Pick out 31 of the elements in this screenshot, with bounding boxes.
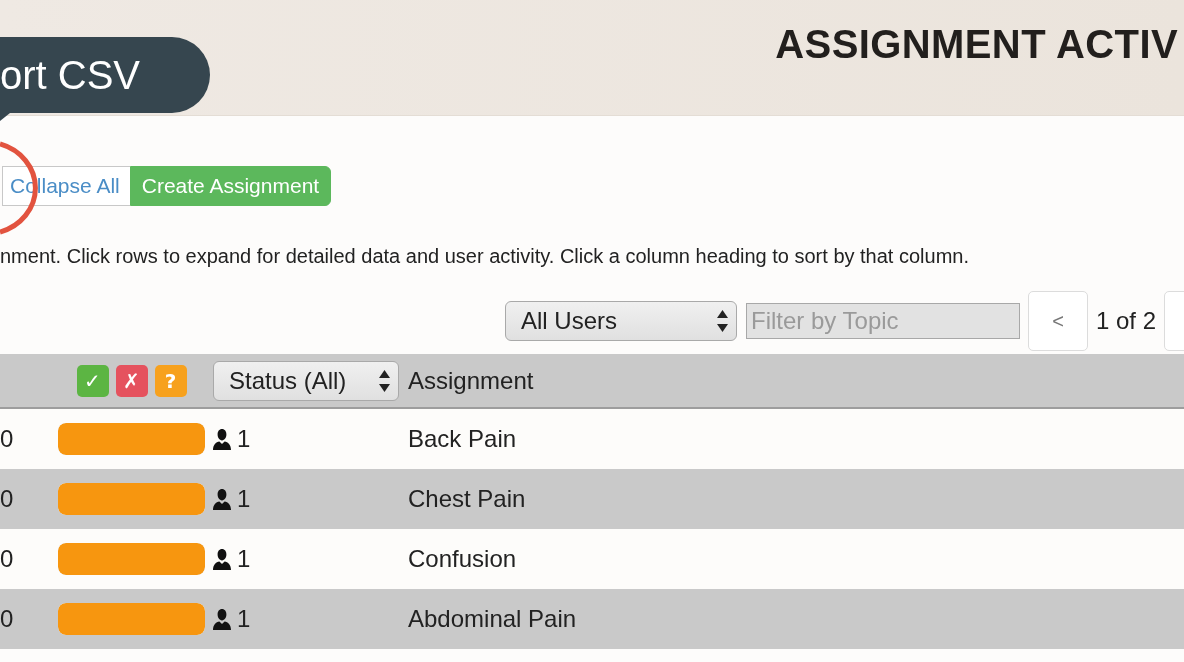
topic-filter-field[interactable]: Filter by Topic	[746, 303, 1020, 339]
user-icon	[213, 548, 231, 570]
table-row[interactable]: 0 1 Chest Pain	[0, 469, 1184, 529]
user-select[interactable]: All Users	[505, 301, 737, 341]
user-icon	[213, 488, 231, 510]
status-select[interactable]: Status (All)	[213, 360, 399, 401]
table-cell-text: 0	[0, 545, 15, 573]
assignment-name: Chest Pain	[408, 485, 527, 513]
user-icon	[213, 428, 231, 450]
status-filter-tile[interactable]: ✗	[115, 364, 148, 397]
table-cell-text: 0	[0, 605, 15, 633]
user-count: 1	[237, 485, 251, 513]
assignment-name: Confusion	[408, 545, 518, 573]
select-arrows-icon	[379, 369, 390, 392]
table-row[interactable]: 0 1 Abdominal Pain	[0, 589, 1184, 649]
assignment-name: Back Pain	[408, 425, 518, 453]
column-heading[interactable]: Assignment	[408, 366, 1184, 395]
page-indicator: 1 of 2	[1096, 307, 1157, 335]
table-cell-text: 0	[0, 425, 15, 453]
user-count: 1	[237, 425, 251, 453]
page-title: ASSIGNMENT ACTIV	[775, 21, 1178, 68]
table-cell-text: 0	[0, 485, 15, 513]
select-arrows-icon	[717, 310, 728, 332]
tooltip-pointer-icon	[0, 113, 10, 121]
tooltip: ort CSV	[0, 37, 210, 113]
assignment-name: Abdominal Pain	[408, 605, 578, 633]
previous-page-button[interactable]: <	[1028, 291, 1088, 351]
user-count: 1	[237, 545, 251, 573]
user-icon	[213, 608, 231, 630]
user-count: 1	[237, 605, 251, 633]
instruction-text: nment. Click rows to expand for detailed data and user activity. Click a column heading to sort by that column.	[0, 245, 970, 267]
